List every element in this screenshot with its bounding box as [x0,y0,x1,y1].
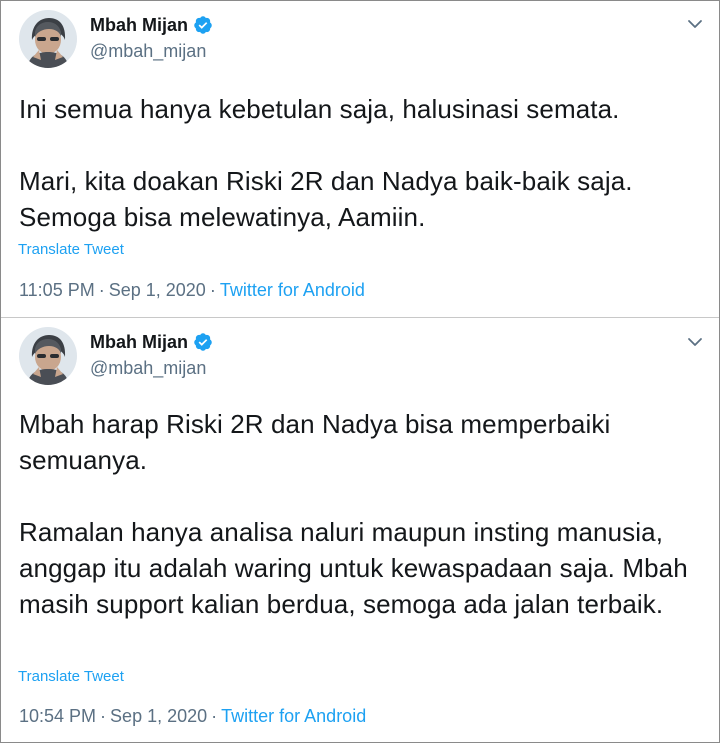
display-name[interactable]: Mbah Mijan [90,331,188,353]
chevron-down-icon[interactable] [685,332,705,352]
tweet-time[interactable]: 10:54 PM [19,706,96,726]
tweet-text: Mbah harap Riski 2R dan Nadya bisa mempe… [19,409,688,619]
tweet-metadata: 11:05 PM · Sep 1, 2020 · Twitter for Android [19,279,365,301]
tweet-screenshot-frame: Mbah Mijan @mbah_mijan Ini semua hanya k… [0,0,720,743]
tweet-date[interactable]: Sep 1, 2020 [110,706,207,726]
tweet-metadata: 10:54 PM · Sep 1, 2020 · Twitter for Android [19,705,366,727]
tweet-source-link[interactable]: Twitter for Android [220,280,365,300]
meta-separator: · [209,280,216,300]
display-name[interactable]: Mbah Mijan [90,14,188,36]
avatar[interactable] [19,327,77,385]
avatar-image [19,10,77,68]
tweet: Mbah Mijan @mbah_mijan Ini semua hanya k… [1,1,719,318]
meta-separator: · [211,706,218,726]
verified-badge-icon [193,332,213,352]
tweet-date[interactable]: Sep 1, 2020 [109,280,206,300]
chevron-down-icon[interactable] [685,14,705,34]
author-name-row[interactable]: Mbah Mijan [90,14,213,36]
translate-tweet-link[interactable]: Translate Tweet [18,241,124,258]
meta-separator: · [100,706,107,726]
translate-tweet-link[interactable]: Translate Tweet [18,668,124,685]
tweet-text: Ini semua hanya kebetulan saja, halusina… [19,94,633,232]
author-handle[interactable]: @mbah_mijan [90,357,206,379]
author-handle[interactable]: @mbah_mijan [90,40,206,62]
meta-separator: · [98,280,105,300]
tweet: Mbah Mijan @mbah_mijan Mbah harap Riski … [1,318,719,742]
tweet-source-link[interactable]: Twitter for Android [221,706,366,726]
avatar[interactable] [19,10,77,68]
author-name-row[interactable]: Mbah Mijan [90,331,213,353]
verified-badge-icon [193,15,213,35]
tweet-time[interactable]: 11:05 PM [19,280,95,300]
avatar-image [19,327,77,385]
